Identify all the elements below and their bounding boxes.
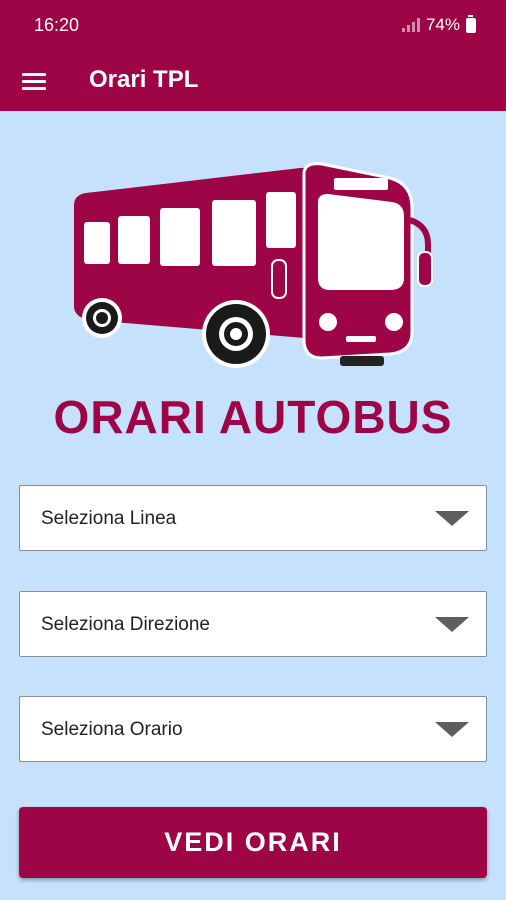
bus-logo	[74, 162, 433, 368]
brand-title: ORARI AUTOBUS	[53, 391, 453, 443]
battery-level: 74%	[425, 15, 460, 34]
line-select-label: Seleziona Linea	[41, 508, 177, 529]
app-bar: Orari TPL	[0, 52, 506, 111]
chevron-down-icon	[435, 511, 469, 526]
view-schedule-button[interactable]: VEDI ORARI	[19, 807, 487, 878]
time-select[interactable]: Seleziona Orario	[19, 696, 487, 762]
direction-select[interactable]: Seleziona Direzione	[19, 591, 487, 657]
menu-icon[interactable]	[22, 68, 48, 94]
chevron-down-icon	[435, 722, 469, 737]
signal-icon	[401, 18, 420, 32]
direction-select-label: Seleziona Direzione	[41, 614, 210, 635]
battery-icon	[466, 14, 476, 33]
status-bar: 16:20 74%	[0, 0, 506, 52]
line-select[interactable]: Seleziona Linea	[19, 485, 487, 551]
status-right: 74%	[401, 14, 476, 35]
chevron-down-icon	[435, 617, 469, 632]
time-select-label: Seleziona Orario	[41, 719, 183, 740]
app-title: Orari TPL	[89, 66, 199, 93]
status-time: 16:20	[34, 15, 80, 35]
